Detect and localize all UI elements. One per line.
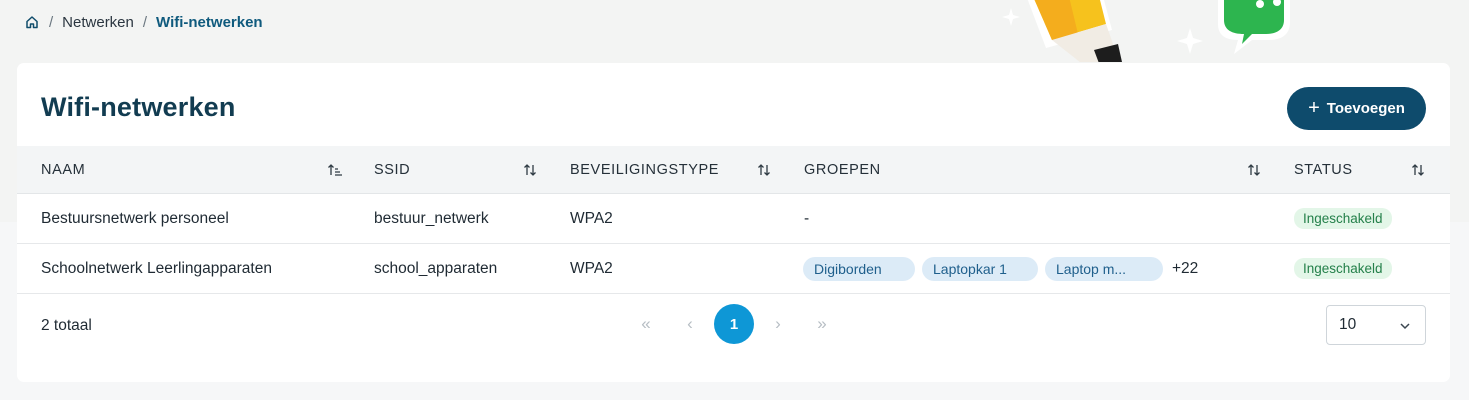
cell-name: Schoolnetwerk Leerlingapparaten <box>41 259 272 277</box>
sparkle-icon <box>1002 8 1020 26</box>
group-chip: Digiborden <box>803 257 915 281</box>
column-header-ssid[interactable]: SSID <box>374 146 410 194</box>
add-button-label: Toevoegen <box>1326 100 1405 117</box>
page-size-value: 10 <box>1339 316 1357 333</box>
cell-status: Ingeschakeld <box>1294 194 1392 243</box>
table-row[interactable]: Bestuursnetwerk personeel bestuur_netwer… <box>17 194 1450 244</box>
cell-ssid: bestuur_netwerk <box>374 209 489 227</box>
home-icon[interactable] <box>25 15 39 29</box>
cell-security: WPA2 <box>570 259 613 277</box>
total-count: 2 totaal <box>41 317 92 334</box>
next-page-button[interactable]: › <box>758 304 798 344</box>
group-chip: Laptop m... <box>1045 257 1163 281</box>
header-illustration <box>990 0 1290 62</box>
sort-icon[interactable] <box>756 162 772 178</box>
breadcrumb-separator: / <box>142 13 148 31</box>
column-header-beveiligingstype[interactable]: BEVEILIGINGSTYPE <box>570 146 719 194</box>
chevron-down-icon <box>1399 319 1411 331</box>
breadcrumb-separator: / <box>49 13 54 31</box>
sort-icon[interactable] <box>1410 162 1426 178</box>
cell-status: Ingeschakeld <box>1294 244 1392 293</box>
plus-icon: + <box>1308 96 1320 119</box>
breadcrumb-item-current: Wifi-netwerken <box>156 13 263 31</box>
sparkle-icon <box>1177 28 1203 54</box>
sort-asc-icon[interactable] <box>327 162 343 178</box>
breadcrumb-item-netwerken[interactable]: Netwerken <box>62 14 134 31</box>
table-header: NAAM SSID BEVEILIGINGSTYPE GROEPEN STATU… <box>17 146 1450 194</box>
chat-bubble-illustration <box>1218 0 1290 54</box>
cell-ssid: school_apparaten <box>374 259 498 277</box>
previous-page-button[interactable]: ‹ <box>670 304 710 344</box>
page-button-current[interactable]: 1 <box>714 304 754 344</box>
sort-icon[interactable] <box>522 162 538 178</box>
column-header-groepen[interactable]: GROEPEN <box>804 146 881 194</box>
cell-groups: - <box>804 209 810 227</box>
status-badge: Ingeschakeld <box>1294 208 1392 229</box>
page-size-select[interactable]: 10 <box>1326 305 1426 345</box>
page-title: Wifi-netwerken <box>41 92 236 122</box>
group-chip: Laptopkar 1 <box>922 257 1038 281</box>
column-header-status[interactable]: STATUS <box>1294 146 1353 194</box>
cell-security: WPA2 <box>570 209 613 227</box>
add-button[interactable]: + Toevoegen <box>1287 87 1426 130</box>
last-page-button[interactable]: » <box>802 304 842 344</box>
status-badge: Ingeschakeld <box>1294 258 1392 279</box>
cell-name: Bestuursnetwerk personeel <box>41 209 229 227</box>
group-more-count: +22 <box>1172 259 1199 277</box>
column-header-naam[interactable]: NAAM <box>41 146 85 194</box>
breadcrumb: / Netwerken / Wifi-netwerken <box>25 13 263 31</box>
sort-icon[interactable] <box>1246 162 1262 178</box>
first-page-button[interactable]: « <box>626 304 666 344</box>
table-row[interactable]: Schoolnetwerk Leerlingapparaten school_a… <box>17 244 1450 294</box>
wifi-networks-card: Wifi-netwerken + Toevoegen NAAM SSID BEV… <box>17 63 1450 382</box>
pencil-illustration <box>1027 0 1122 62</box>
